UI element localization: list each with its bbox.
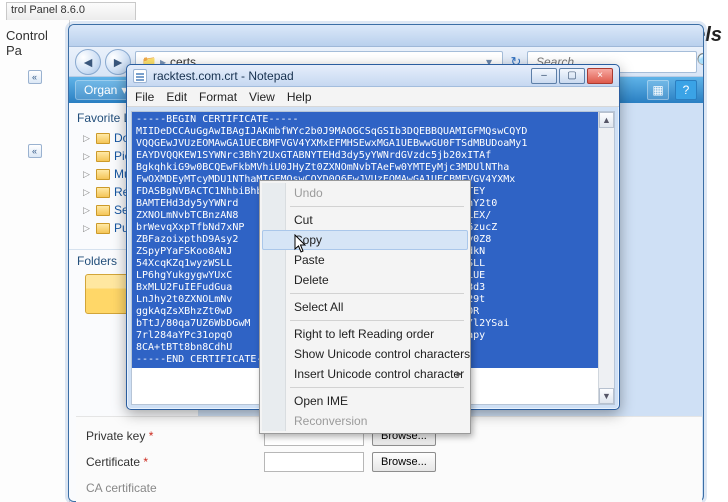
notepad-menubar: File Edit Format View Help — [127, 87, 619, 107]
folder-icon — [96, 133, 110, 144]
screenshot-root: trol Panel 8.6.0 Control Pa « « – ▢ × ||… — [0, 0, 728, 502]
folder-icon — [96, 187, 110, 198]
private-key-label: Private key * — [86, 429, 256, 443]
context-menu-item[interactable]: Cut — [262, 210, 468, 230]
folder-icon — [96, 205, 110, 216]
certificate-browse-button[interactable]: Browse... — [372, 452, 436, 472]
ca-certificate-label: CA certificate — [86, 481, 256, 495]
notepad-icon — [133, 69, 147, 83]
required-mark: * — [149, 429, 154, 443]
expander-icon[interactable]: ▷ — [83, 133, 92, 144]
organize-label: Organ — [84, 83, 117, 97]
expander-icon[interactable]: ▷ — [83, 223, 92, 234]
context-menu-item[interactable]: Select All — [262, 297, 468, 317]
context-menu-item: Undo — [262, 183, 468, 203]
certificate-label: Certificate * — [86, 455, 256, 469]
maximize-button[interactable]: ▢ — [559, 68, 585, 84]
folder-icon — [96, 169, 110, 180]
context-menu-separator — [290, 387, 464, 388]
close-button[interactable]: × — [587, 68, 613, 84]
background-control-panel-side: Control Pa « « — [0, 20, 70, 502]
help-button[interactable]: ? — [675, 80, 697, 100]
folder-icon — [96, 223, 110, 234]
folder-icon — [96, 151, 110, 162]
menu-edit[interactable]: Edit — [166, 90, 187, 104]
background-tab: trol Panel 8.6.0 — [6, 2, 136, 20]
context-menu-separator — [290, 293, 464, 294]
required-mark: * — [143, 455, 148, 469]
expander-icon[interactable]: ▷ — [83, 151, 92, 162]
menu-view[interactable]: View — [249, 90, 275, 104]
background-control-panel-label: Control Pa — [0, 20, 69, 66]
context-menu-item[interactable]: Insert Unicode control character — [262, 364, 468, 384]
scrollbar[interactable]: ▲ ▼ — [598, 112, 614, 404]
certificate-file-input[interactable] — [264, 452, 364, 472]
search-icon: 🔍 — [699, 55, 704, 69]
context-menu-item: Reconversion — [262, 411, 468, 431]
views-button[interactable]: ▦ — [647, 80, 669, 100]
notepad-titlebar[interactable]: racktest.com.crt - Notepad – ▢ × — [127, 65, 619, 87]
scroll-down-icon[interactable]: ▼ — [599, 388, 614, 404]
collapse-icon[interactable]: « — [28, 70, 42, 84]
context-menu-item[interactable]: Delete — [262, 270, 468, 290]
context-menu-item[interactable]: Paste — [262, 250, 468, 270]
notepad-window-controls: – ▢ × — [531, 68, 613, 84]
context-menu-item[interactable]: Copy — [262, 230, 468, 250]
minimize-button[interactable]: – — [531, 68, 557, 84]
context-menu-item[interactable]: Show Unicode control characters — [262, 344, 468, 364]
context-menu: Undo CutCopyPasteDelete Select All Right to… — [259, 180, 471, 434]
menu-file[interactable]: File — [135, 90, 154, 104]
context-menu-separator — [290, 320, 464, 321]
menu-help[interactable]: Help — [287, 90, 312, 104]
context-menu-separator — [290, 206, 464, 207]
context-menu-item[interactable]: Open IME — [262, 391, 468, 411]
scroll-up-icon[interactable]: ▲ — [599, 112, 614, 128]
explorer-titlebar[interactable] — [69, 25, 703, 47]
notepad-title: racktest.com.crt - Notepad — [153, 69, 525, 83]
collapse-icon-2[interactable]: « — [28, 144, 42, 158]
background-tab-label: trol Panel 8.6.0 — [11, 4, 85, 16]
context-menu-item[interactable]: Right to left Reading order — [262, 324, 468, 344]
expander-icon[interactable]: ▷ — [83, 205, 92, 216]
back-button[interactable]: ◄ — [75, 49, 101, 75]
menu-format[interactable]: Format — [199, 90, 237, 104]
expander-icon[interactable]: ▷ — [83, 187, 92, 198]
expander-icon[interactable]: ▷ — [83, 169, 92, 180]
